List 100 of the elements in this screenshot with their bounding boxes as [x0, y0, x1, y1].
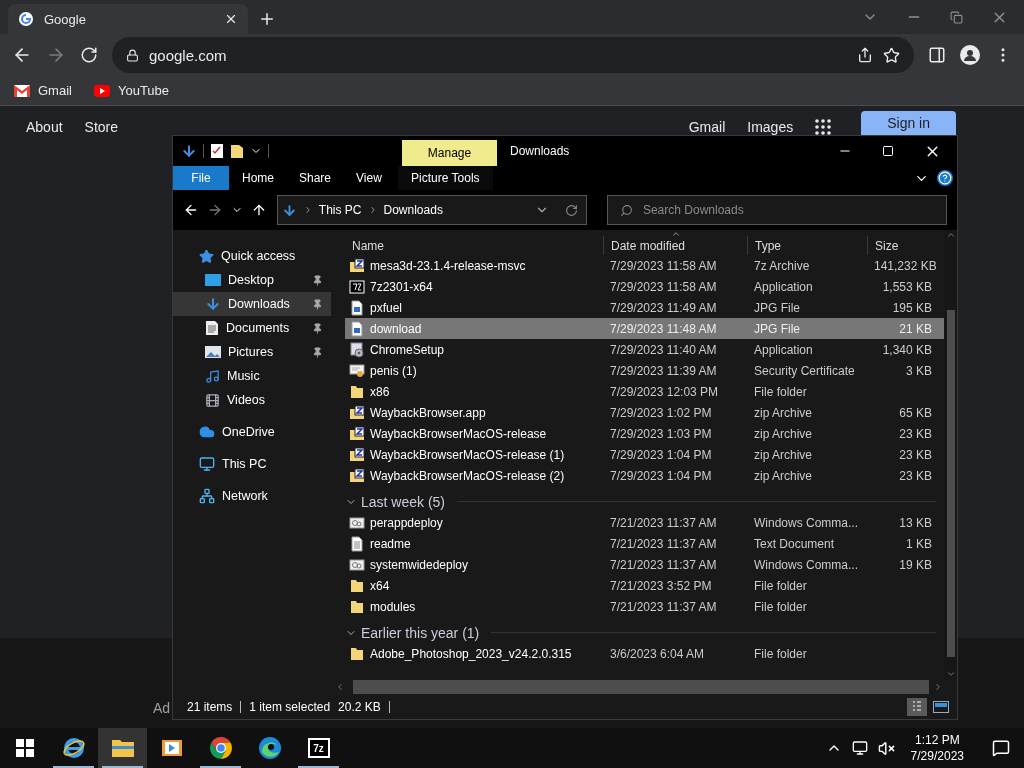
nav-item[interactable]: OneDrive — [173, 420, 331, 444]
file-row[interactable]: readme 7/21/2023 11:37 AM Text Document 1 KB — [345, 533, 944, 554]
new-tab-icon[interactable] — [258, 10, 276, 28]
column-header[interactable]: Size — [867, 236, 939, 255]
folder-icon — [349, 577, 365, 594]
ribbon-tab[interactable]: Picture Tools — [397, 166, 493, 190]
bookmark[interactable]: YouTube — [93, 83, 170, 98]
file-row[interactable]: mesa3d-23.1.4-release-msvc 7/29/2023 11:58 AM 7z Archive 141,232 KB — [345, 255, 944, 276]
size-cell-text: 13 KB — [898, 515, 933, 530]
side-panel-icon[interactable] — [928, 46, 946, 64]
file-row[interactable]: WaybackBrowserMacOS-release (1) 7/29/2023 1:04 PM zip Archive 23 KB — [345, 444, 944, 465]
type-cell-text: 7z Archive — [753, 258, 811, 273]
share-icon[interactable] — [857, 47, 873, 63]
file-row[interactable]: download 7/29/2023 11:48 AM JPG File 21 KB — [345, 318, 944, 339]
nav-item[interactable]: Videos — [173, 388, 331, 412]
ribbon-tab[interactable]: Share — [287, 166, 344, 190]
network-icon — [199, 488, 215, 504]
scroll-up-icon[interactable] — [945, 230, 956, 240]
file-name: WaybackBrowserMacOS-release (2) — [370, 468, 565, 483]
file-row[interactable]: systemwidedeploy 7/21/2023 11:37 AM Windows Comma... 19 KB — [345, 554, 944, 575]
volume-muted-icon[interactable] — [877, 739, 895, 757]
file-name: penis (1) — [370, 363, 417, 378]
nav-item[interactable]: Network — [173, 484, 331, 508]
type-cell-text: Windows Comma... — [753, 515, 860, 530]
search-field[interactable]: Search Downloads — [606, 195, 947, 225]
zip-folder-icon — [349, 257, 365, 274]
maximize-icon[interactable] — [882, 145, 894, 157]
close-icon[interactable] — [224, 12, 238, 26]
apps-grid-icon[interactable] — [815, 119, 832, 135]
sign-in-button[interactable]: Sign in — [861, 111, 956, 135]
restore-icon[interactable] — [950, 10, 963, 24]
download-icon[interactable] — [181, 143, 197, 159]
link[interactable]: Store — [84, 119, 119, 135]
horizontal-scrollbar[interactable] — [335, 679, 943, 695]
nav-item[interactable]: Downloads — [173, 292, 331, 316]
help-button[interactable] — [937, 170, 953, 186]
file-row[interactable]: Adobe_Photoshop_2023_v24.2.0.315 3/6/2023 6:04 AM File folder — [345, 643, 944, 664]
taskbar-button[interactable]: 7z — [294, 728, 343, 768]
scroll-left-icon[interactable] — [335, 682, 345, 692]
properties-icon[interactable] — [210, 143, 224, 159]
address-bar[interactable]: google.com — [112, 37, 914, 73]
nav-item[interactable]: Pictures — [173, 340, 331, 364]
file-row[interactable]: WaybackBrowserMacOS-release 7/29/2023 1:03 PM zip Archive 23 KB — [345, 423, 944, 444]
link[interactable]: About — [26, 119, 63, 135]
group-title[interactable]: Earlier this year (1) — [361, 624, 480, 641]
date-cell-text: 7/29/2023 1:04 PM — [609, 468, 713, 483]
ribbon-tab[interactable]: Manage — [402, 140, 497, 166]
help-icon — [938, 171, 952, 185]
logo-icon — [18, 11, 34, 27]
footer-link[interactable]: Ad — [153, 700, 171, 716]
date-cell-text: 7/21/2023 11:37 AM — [609, 599, 718, 614]
refresh-icon[interactable] — [564, 203, 578, 217]
address-field[interactable]: This PC Downloads — [276, 195, 587, 225]
taskbar-button[interactable] — [98, 728, 147, 768]
date-cell-text: 7/29/2023 12:03 PM — [609, 384, 720, 399]
file-name: pxfuel — [370, 300, 403, 315]
file-row[interactable]: WaybackBrowser.app 7/29/2023 1:02 PM zip Archive 65 KB — [345, 402, 944, 423]
file-row[interactable]: modules 7/21/2023 11:37 AM File folder — [345, 596, 944, 617]
clock[interactable]: 1:12 PM 7/29/2023 — [904, 732, 970, 764]
reload-icon[interactable] — [80, 46, 98, 64]
network-icon[interactable] — [851, 740, 868, 756]
nav-item[interactable]: Quick access — [173, 244, 331, 268]
view-button[interactable] — [931, 698, 951, 716]
notifications-icon[interactable] — [992, 739, 1010, 757]
column-header[interactable]: Date modified — [603, 236, 747, 255]
file-row[interactable]: x86 7/29/2023 12:03 PM File folder — [345, 381, 944, 402]
bookmark[interactable]: Gmail — [14, 83, 72, 98]
nav-item[interactable]: This PC — [173, 452, 331, 476]
nav-item[interactable]: Documents — [173, 316, 331, 340]
nav-item[interactable]: Desktop — [173, 268, 331, 292]
group-title[interactable]: Last week (5) — [361, 493, 446, 510]
link[interactable]: Gmail — [688, 119, 726, 135]
date-cell-text: 7/29/2023 1:03 PM — [609, 426, 713, 441]
link[interactable]: Images — [747, 119, 794, 135]
type-cell-text: zip Archive — [753, 468, 814, 483]
file-row[interactable]: ChromeSetup 7/29/2023 11:40 AM Application 1,340 KB — [345, 339, 944, 360]
ribbon-tab[interactable]: View — [344, 166, 394, 190]
star-icon[interactable] — [883, 46, 900, 64]
file-row[interactable]: x64 7/21/2023 3:52 PM File folder — [345, 575, 944, 596]
file-row[interactable]: penis (1) 7/29/2023 11:39 AM Security Certificate 3 KB — [345, 360, 944, 381]
ribbon-tab[interactable]: Home — [230, 166, 286, 190]
scroll-right-icon[interactable] — [933, 682, 943, 692]
file-row[interactable]: perappdeploy 7/21/2023 11:37 AM Windows Comma... 13 KB — [345, 512, 944, 533]
new-folder-icon[interactable] — [230, 143, 244, 159]
breadcrumb-item[interactable]: Downloads — [383, 203, 443, 217]
file-row[interactable]: pxfuel 7/29/2023 11:49 AM JPG File 195 KB — [345, 297, 944, 318]
size-cell-text: 23 KB — [898, 468, 933, 483]
file-row[interactable]: 7z2301-x64 7/29/2023 11:58 AM Application 1,553 KB — [345, 276, 944, 297]
file-row[interactable]: WaybackBrowserMacOS-release (2) 7/29/2023 1:04 PM zip Archive 23 KB — [345, 465, 944, 486]
profile-icon[interactable] — [960, 45, 980, 65]
browser-tab[interactable]: Google — [8, 4, 248, 34]
column-header[interactable]: Type — [747, 236, 867, 255]
vertical-scrollbar[interactable] — [944, 230, 957, 679]
scroll-down-icon[interactable] — [945, 669, 956, 679]
breadcrumb-item[interactable]: This PC — [318, 203, 362, 217]
back-icon[interactable] — [183, 202, 199, 218]
ribbon-tab[interactable]: File — [173, 166, 229, 190]
column-header[interactable]: Name — [345, 236, 603, 255]
nav-item[interactable]: Music — [173, 364, 331, 388]
archiver-icon: 7z — [307, 738, 330, 758]
